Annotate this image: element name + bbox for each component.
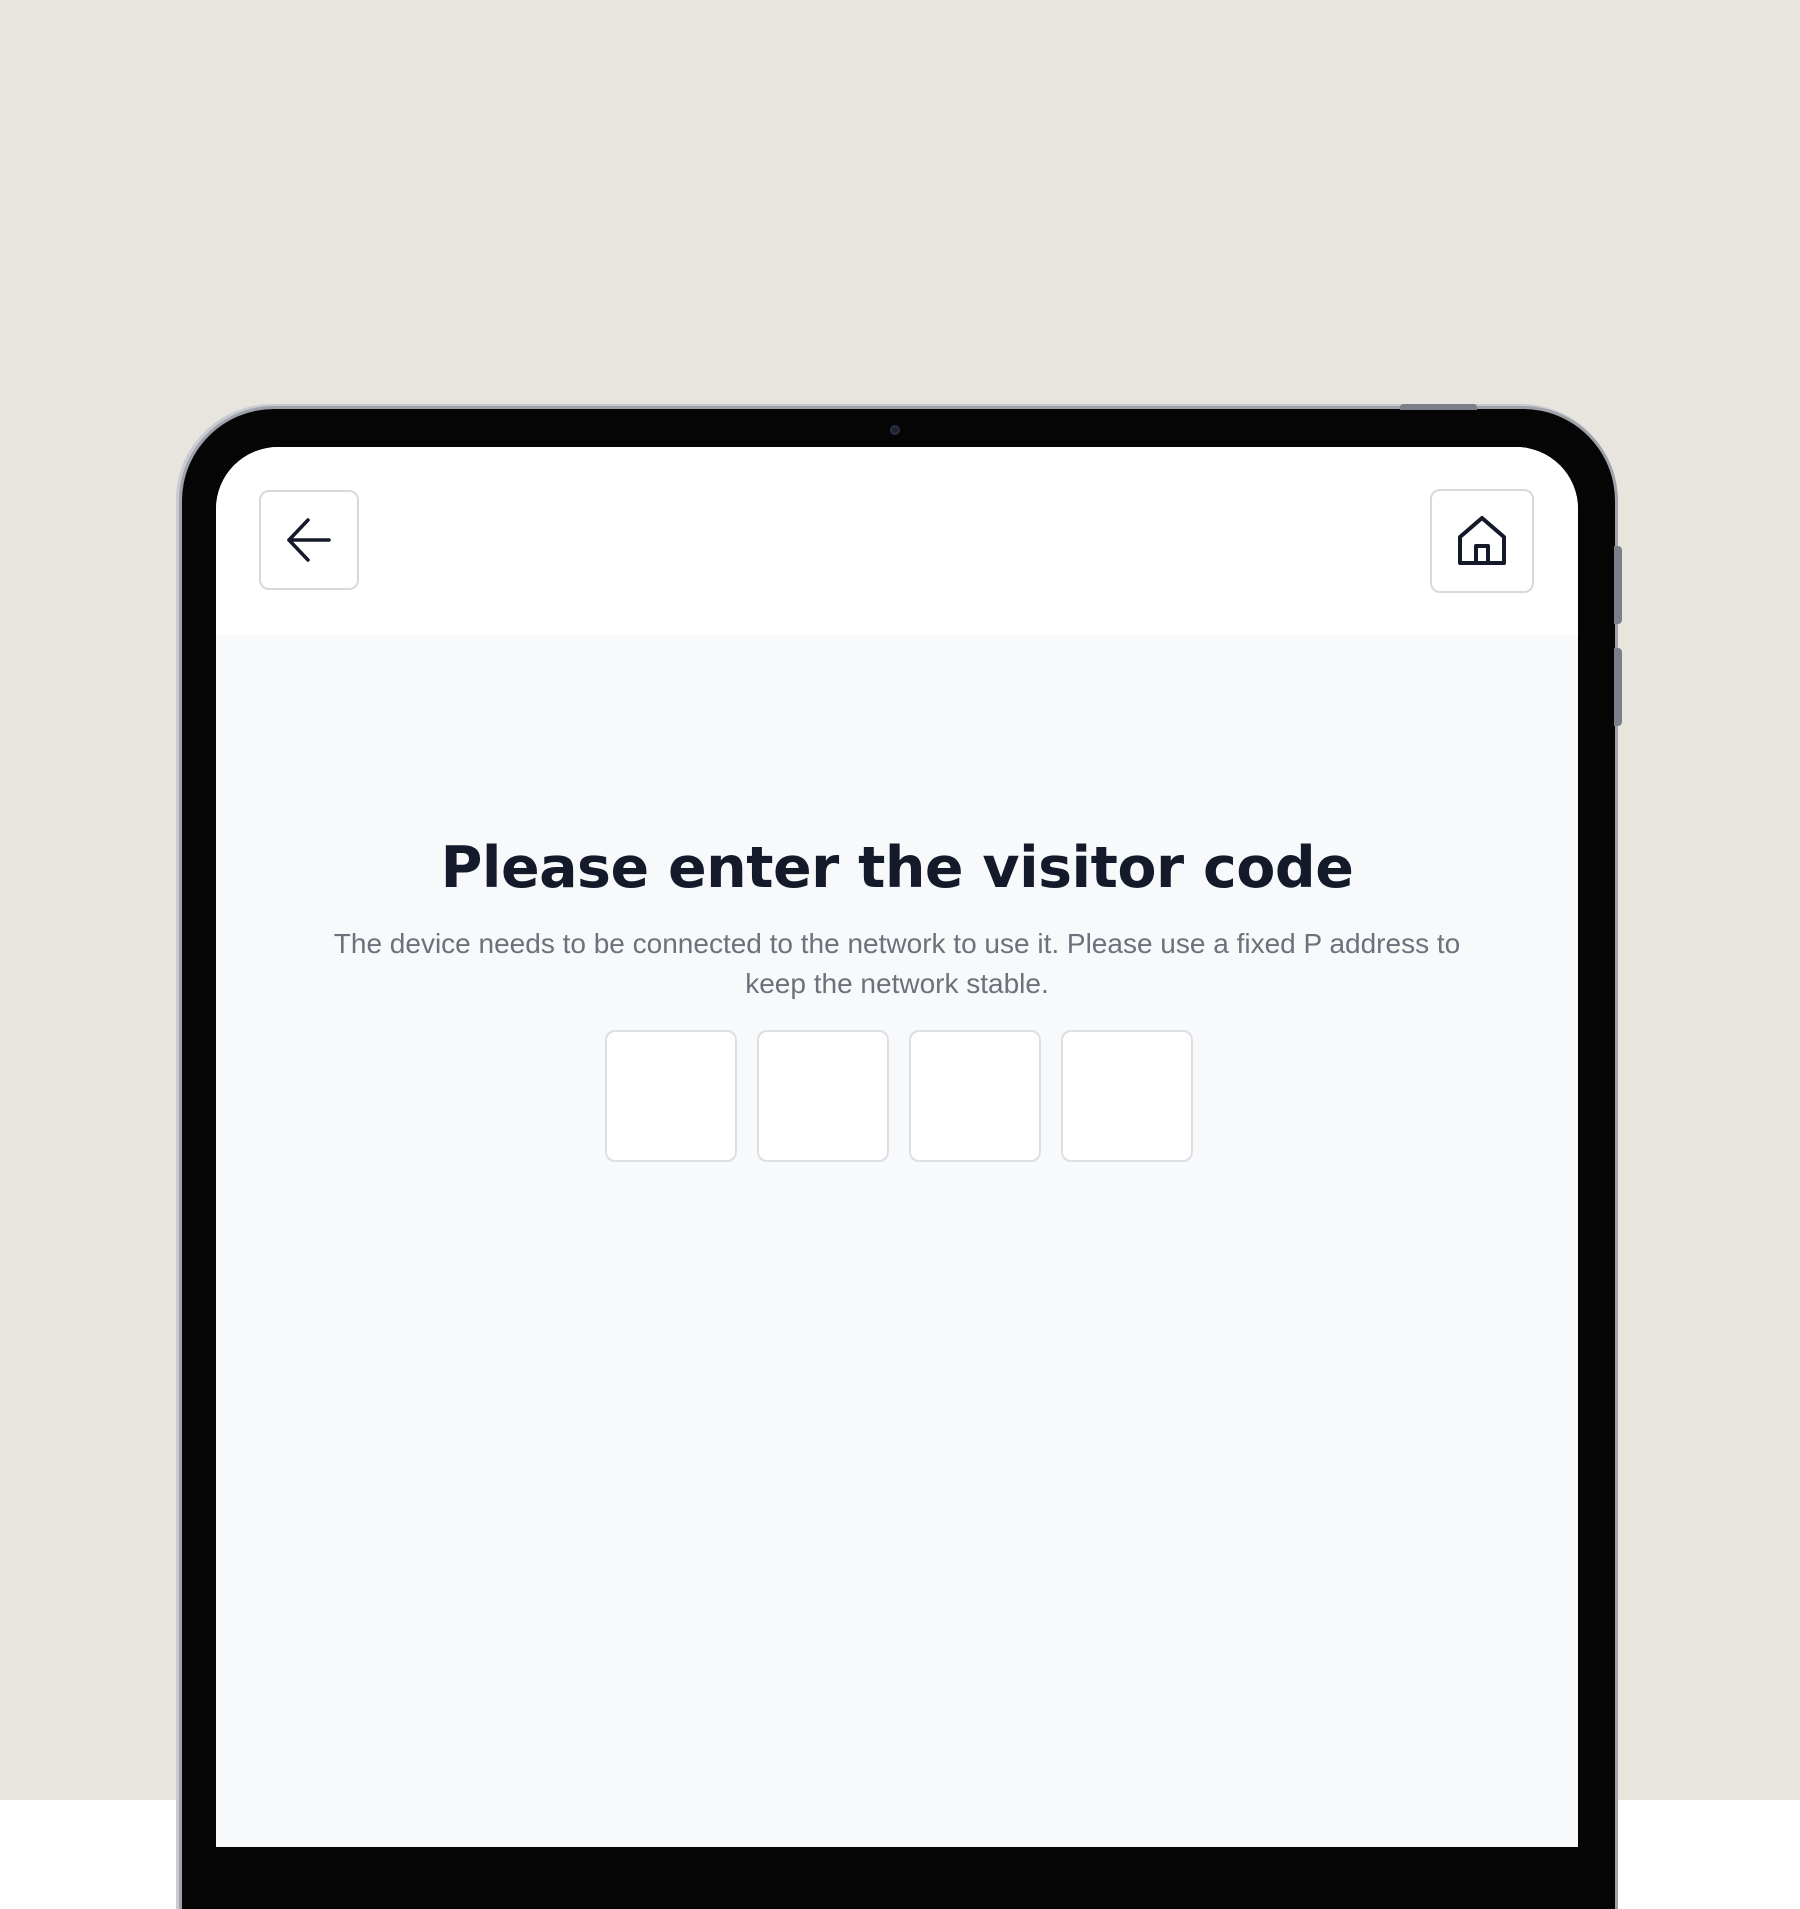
tablet-volume-down-button (1614, 648, 1622, 726)
back-button[interactable] (259, 490, 359, 590)
page-description: The device needs to be connected to the … (333, 928, 1461, 999)
tablet-volume-up-button (1614, 546, 1622, 624)
code-digit-2-input[interactable] (757, 1030, 889, 1162)
code-digit-1-input[interactable] (605, 1030, 737, 1162)
code-digit-4-input[interactable] (1061, 1030, 1193, 1162)
home-icon (1457, 515, 1507, 567)
page-title: Please enter the visitor code (440, 835, 1354, 901)
visitor-code-input-group (605, 1030, 1193, 1162)
front-camera (890, 425, 900, 435)
code-digit-3-input[interactable] (909, 1030, 1041, 1162)
home-button[interactable] (1430, 489, 1534, 593)
tablet-top-button (1400, 404, 1477, 410)
arrow-left-icon (284, 515, 334, 565)
header-bar (216, 447, 1578, 635)
tablet-screen: Please enter the visitor code The device… (216, 447, 1578, 1847)
